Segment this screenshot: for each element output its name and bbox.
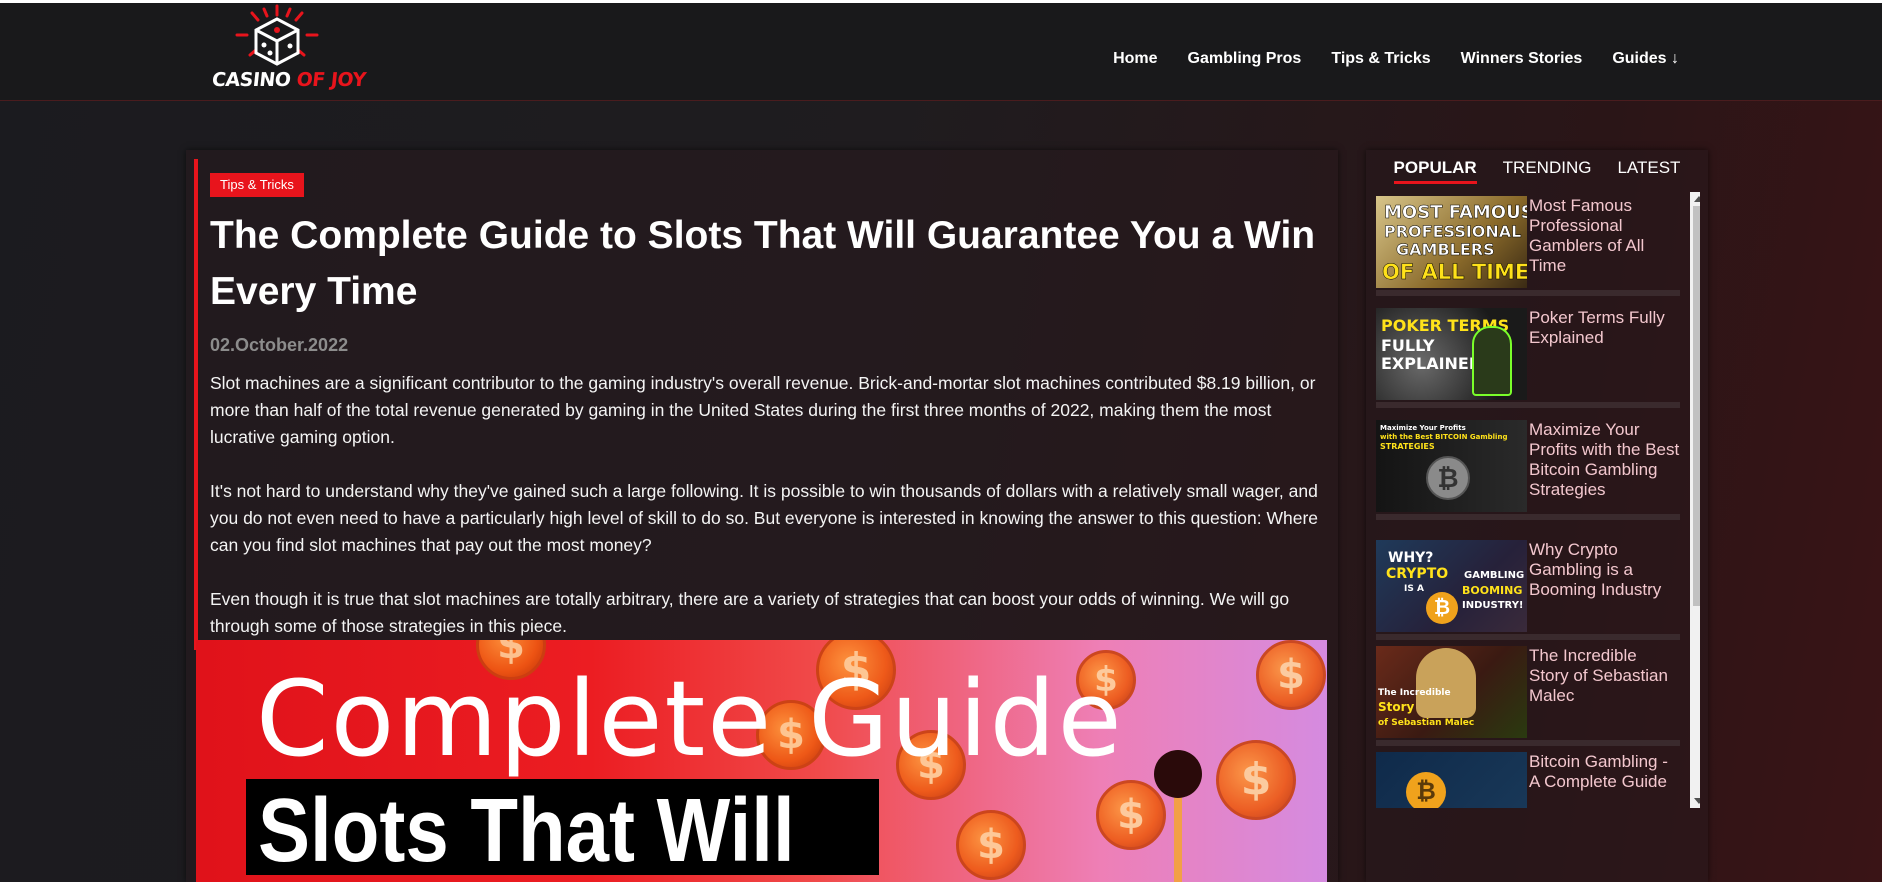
category-badge[interactable]: Tips & Tricks: [210, 173, 304, 197]
article-date: 02.October.2022: [210, 335, 349, 355]
hero-heading: Complete Guide: [256, 658, 1124, 780]
article-paragraph: It's not hard to understand why they've …: [210, 481, 1319, 555]
hero-image: $ $ $ $ $ $ $ $ $ Complete Guide Slots T…: [196, 640, 1327, 882]
post-title-link[interactable]: Most Famous Professional Gamblers of All…: [1529, 196, 1681, 276]
thumbnail-text: OF ALL TIME: [1382, 260, 1527, 285]
thumbnail-text: STRATEGIES: [1380, 442, 1435, 451]
nav-gambling-pros[interactable]: Gambling Pros: [1188, 50, 1302, 68]
thumbnail-text: GAMBLERS: [1396, 240, 1495, 260]
nav-home[interactable]: Home: [1113, 50, 1157, 68]
post-thumbnail[interactable]: WHY? CRYPTO IS A GAMBLING BOOMING INDUST…: [1376, 540, 1527, 632]
hooded-figure: [1416, 648, 1476, 718]
list-item[interactable]: WHY? CRYPTO IS A GAMBLING BOOMING INDUST…: [1376, 536, 1680, 640]
coin-icon: $: [1256, 640, 1326, 710]
joystick-knob: [1154, 750, 1202, 798]
nav-tips-tricks[interactable]: Tips & Tricks: [1331, 50, 1430, 68]
scroll-up-arrow-icon[interactable]: [1694, 196, 1700, 202]
bitcoin-icon: ₿: [1426, 592, 1458, 624]
coin-icon: $: [956, 810, 1026, 880]
thumbnail-text: BOOMING: [1462, 584, 1523, 597]
post-thumbnail[interactable]: ₿: [1376, 752, 1527, 808]
thumbnail-text: FULLY: [1381, 336, 1435, 355]
post-title-link[interactable]: Maximize Your Profits with the Best Bitc…: [1529, 420, 1681, 500]
post-thumbnail[interactable]: Maximize Your Profits with the Best BITC…: [1376, 420, 1527, 512]
article-body: Slot machines are a significant contribu…: [210, 370, 1326, 667]
article-accent-bar: [194, 159, 198, 650]
post-thumbnail[interactable]: The Incredible Story of Sebastian Malec: [1376, 646, 1527, 738]
article-title: The Complete Guide to Slots That Will Gu…: [210, 214, 1316, 313]
list-item[interactable]: ₿ Bitcoin Gambling - A Complete Guide: [1376, 748, 1680, 808]
scroll-thumb[interactable]: [1693, 206, 1700, 606]
site-logo[interactable]: CASINO OF JOY: [210, 3, 367, 99]
list-item[interactable]: The Incredible Story of Sebastian Malec …: [1376, 642, 1680, 746]
list-item[interactable]: Maximize Your Profits with the Best BITC…: [1376, 416, 1680, 520]
site-header: CASINO OF JOY Home Gambling Pros Tips & …: [0, 3, 1882, 101]
thumbnail-text: The Incredible: [1378, 688, 1451, 698]
bitcoin-icon: ₿: [1426, 456, 1470, 500]
thumbnail-text: IS A: [1404, 584, 1424, 594]
sidebar-tabs: POPULAR TRENDING LATEST: [1366, 158, 1708, 184]
thumbnail-text: INDUSTRY!: [1462, 600, 1524, 611]
thumbnail-text: WHY?: [1388, 550, 1434, 566]
post-title-link[interactable]: The Incredible Story of Sebastian Malec: [1529, 646, 1681, 706]
hero-subheading: Slots That Will: [258, 779, 795, 881]
coin-icon: $: [1096, 780, 1166, 850]
bitcoin-icon: ₿: [1406, 772, 1446, 808]
joystick-stem: [1174, 790, 1182, 882]
thumbnail-text: Maximize Your Profits: [1380, 424, 1466, 432]
article-paragraph: Slot machines are a significant contribu…: [210, 373, 1316, 447]
post-thumbnail[interactable]: POKER TERMS FULLY EXPLAINED: [1376, 308, 1527, 400]
thumbnail-text: with the Best BITCOIN Gambling: [1380, 433, 1508, 441]
sidebar-scrollbar[interactable]: [1690, 192, 1700, 808]
article-card: Tips & Tricks The Complete Guide to Slot…: [186, 150, 1338, 882]
thumbnail-text: PROFESSIONAL: [1384, 222, 1522, 242]
post-title-link[interactable]: Poker Terms Fully Explained: [1529, 308, 1681, 348]
post-title-link[interactable]: Bitcoin Gambling - A Complete Guide: [1529, 752, 1681, 792]
post-title-link[interactable]: Why Crypto Gambling is a Booming Industr…: [1529, 540, 1681, 600]
popular-list: MOST FAMOUS PROFESSIONAL GAMBLERS OF ALL…: [1376, 192, 1700, 808]
main-nav: Home Gambling Pros Tips & Tricks Winners…: [1113, 50, 1679, 68]
scroll-down-arrow-icon[interactable]: [1694, 798, 1700, 804]
list-item[interactable]: POKER TERMS FULLY EXPLAINED Poker Terms …: [1376, 304, 1680, 408]
tab-latest[interactable]: LATEST: [1617, 158, 1680, 184]
thumbnail-text: Story: [1378, 700, 1415, 714]
thumbnail-text: of Sebastian Malec: [1378, 718, 1475, 728]
dice-logo-icon: [235, 4, 319, 66]
thumbnail-text: EXPLAINED: [1381, 354, 1483, 373]
thumbnail-text: GAMBLING: [1464, 570, 1525, 581]
nav-winners-stories[interactable]: Winners Stories: [1461, 50, 1583, 68]
tab-trending[interactable]: TRENDING: [1503, 158, 1592, 184]
tab-popular[interactable]: POPULAR: [1393, 158, 1477, 184]
coin-icon: $: [1216, 740, 1296, 820]
logo-wordmark: CASINO OF JOY: [210, 69, 367, 91]
nav-guides-dropdown[interactable]: Guides ↓: [1612, 50, 1679, 68]
thumbnail-text: MOST FAMOUS: [1384, 202, 1527, 224]
neon-figure: [1472, 326, 1512, 396]
sidebar: POPULAR TRENDING LATEST MOST FAMOUS PROF…: [1366, 150, 1708, 882]
article-paragraph: Even though it is true that slot machine…: [210, 589, 1290, 636]
list-item[interactable]: MOST FAMOUS PROFESSIONAL GAMBLERS OF ALL…: [1376, 192, 1680, 296]
thumbnail-text: CRYPTO: [1386, 566, 1449, 582]
post-thumbnail[interactable]: MOST FAMOUS PROFESSIONAL GAMBLERS OF ALL…: [1376, 196, 1527, 288]
